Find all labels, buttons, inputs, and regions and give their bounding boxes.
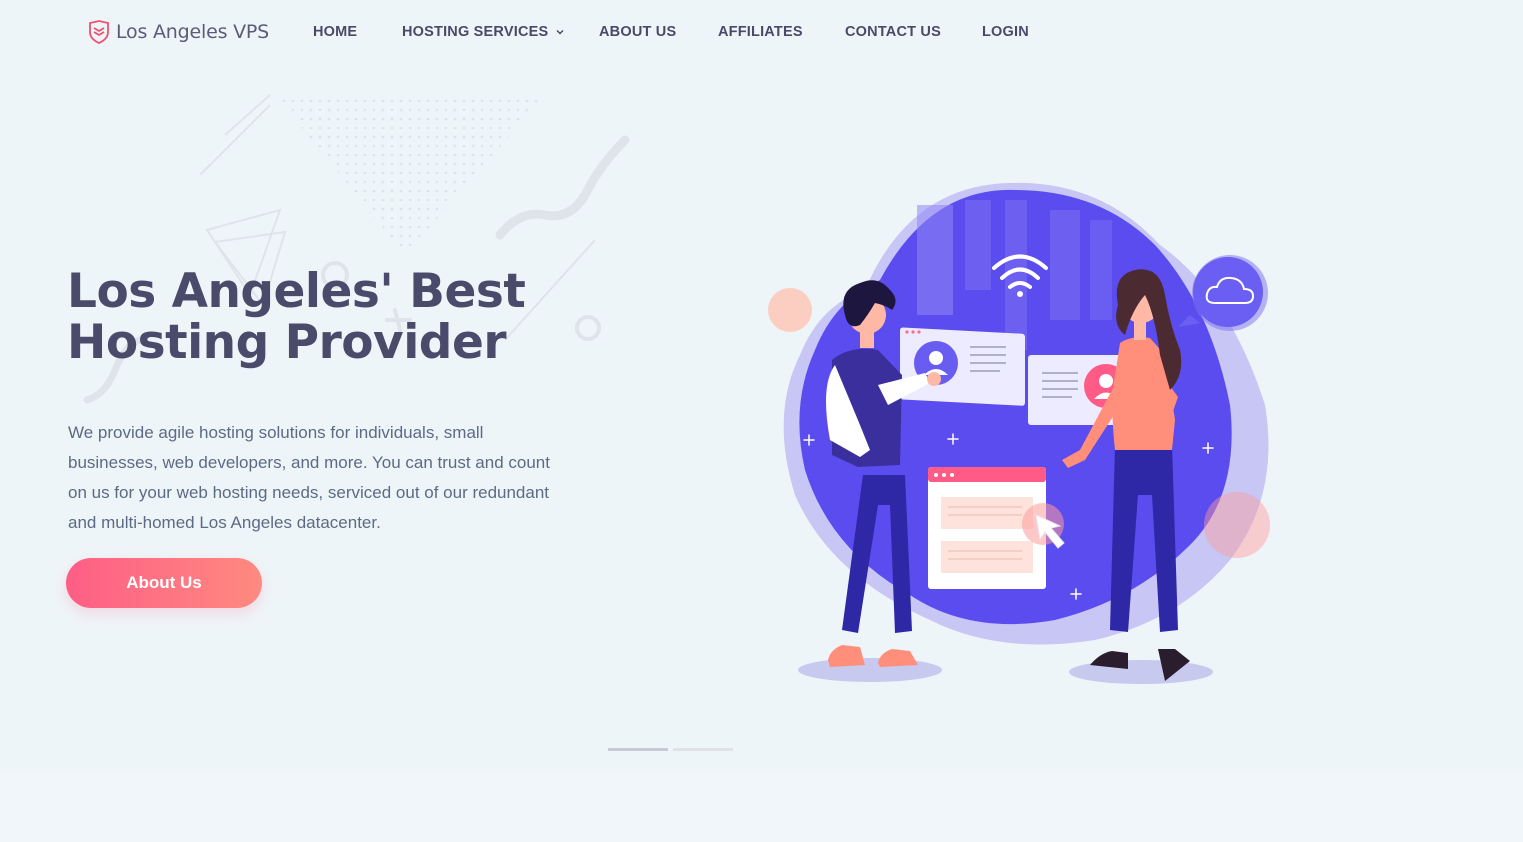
slider-dot-1[interactable]	[608, 748, 668, 751]
hero-description: We provide agile hosting solutions for i…	[68, 423, 550, 532]
next-section-background	[0, 772, 1523, 842]
hero-headline: Los Angeles' Best Hosting Provider	[67, 264, 526, 370]
nav-home[interactable]: HOME	[313, 24, 357, 40]
shield-logo-icon	[89, 20, 109, 44]
nav-contact-us[interactable]: CONTACT US	[845, 24, 941, 40]
background-decoration	[83, 94, 630, 404]
nav-about-us[interactable]: ABOUT US	[599, 24, 676, 40]
hero-headline-line-2: Hosting Provider	[67, 315, 507, 370]
nav-hosting-services[interactable]: HOSTING SERVICES	[402, 24, 564, 40]
nav-hosting-services-label: HOSTING SERVICES	[402, 24, 549, 40]
slider-dot-2[interactable]	[673, 748, 733, 751]
top-navigation: Los Angeles VPS HOME HOSTING SERVICES AB…	[0, 0, 1523, 64]
hero-illustration	[768, 182, 1270, 684]
nav-affiliates[interactable]: AFFILIATES	[718, 24, 803, 40]
brand-name: Los Angeles VPS	[116, 21, 270, 43]
about-us-button[interactable]: About Us	[66, 558, 262, 608]
chevron-down-icon	[556, 30, 564, 35]
site-logo[interactable]: Los Angeles VPS	[88, 18, 269, 46]
nav-login[interactable]: LOGIN	[982, 24, 1029, 40]
hero-headline-line-1: Los Angeles' Best	[67, 264, 526, 319]
